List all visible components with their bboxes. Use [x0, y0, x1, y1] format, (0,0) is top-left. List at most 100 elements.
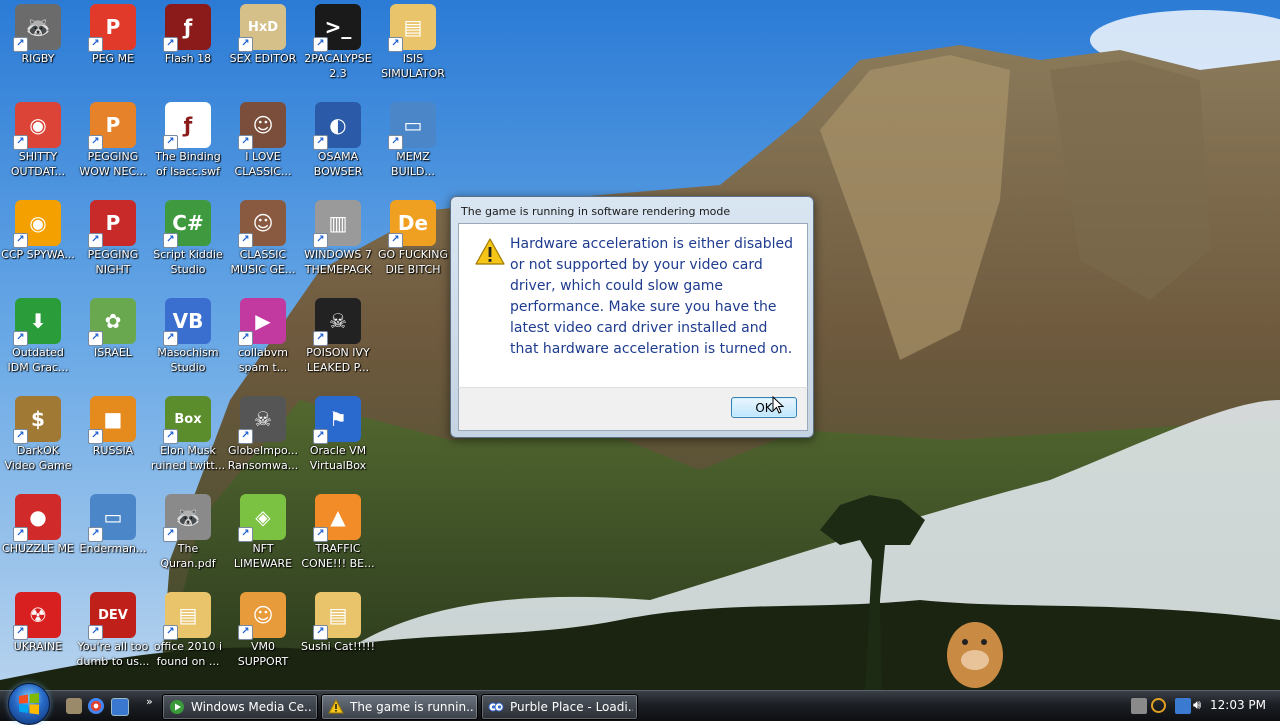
- desktop-shortcut[interactable]: ▶ ↗ collabvm spam t...: [225, 296, 301, 375]
- shortcut-arrow-icon: ↗: [13, 37, 28, 52]
- shortcut-arrow-icon: ↗: [238, 429, 253, 444]
- task-software-rendering-dialog[interactable]: The game is runnin...: [321, 694, 478, 720]
- shortcut-arrow-icon: ↗: [88, 37, 103, 52]
- chuzzle-icon: ● ↗: [13, 494, 61, 542]
- desktop-shortcut-label: PEGGING NIGHT: [87, 248, 139, 276]
- desktop-shortcut[interactable]: ✿ ↗ ISRAEL: [75, 296, 151, 360]
- warning-icon: [475, 238, 505, 265]
- shortcut-arrow-icon: ↗: [163, 135, 178, 150]
- desktop-shortcut[interactable]: ⬇ ↗ Outdated IDM Grac...: [0, 296, 76, 375]
- desktop-shortcut[interactable]: ☺ ↗ CLASSIC MUSIC GE...: [225, 198, 301, 277]
- dialog-title: The game is running in software renderin…: [461, 205, 731, 218]
- shortcut-arrow-icon: ↗: [238, 331, 253, 346]
- desktop-shortcut[interactable]: $ ↗ DarkOK Video Game: [0, 394, 76, 473]
- chrome-quicklaunch-icon[interactable]: [88, 698, 104, 714]
- desktop-shortcut-label: GO FUCKING DIE BITCH: [378, 248, 448, 276]
- desktop-shortcut[interactable]: ⚑ ↗ Oracle VM VirtualBox: [300, 394, 376, 473]
- desktop-shortcut-label: collabvm spam t...: [238, 346, 288, 374]
- shortcut-arrow-icon: ↗: [163, 331, 178, 346]
- task-label: Windows Media Ce...: [191, 700, 313, 714]
- desktop-shortcut-label: SHITTY OUTDAT...: [10, 150, 66, 178]
- desktop-shortcut[interactable]: Box ↗ Elon Musk ruined twitt...: [150, 394, 226, 473]
- desktop-shortcut[interactable]: ◉ ↗ SHITTY OUTDAT...: [0, 100, 76, 179]
- desktop-shortcut[interactable]: ▤ ↗ office 2010 i found on ...: [150, 590, 226, 669]
- desktop-shortcut-label: The Quran.pdf: [160, 542, 216, 570]
- limewire-icon: ◈ ↗: [238, 494, 286, 542]
- desktop-shortcut[interactable]: ☠ ↗ POISON IVY LEAKED P...: [300, 296, 376, 375]
- desktop-shortcut[interactable]: ☺ ↗ VM0 SUPPORT: [225, 590, 301, 669]
- start-button[interactable]: [8, 683, 50, 725]
- window-switch-icon[interactable]: [111, 698, 129, 716]
- desktop-shortcut[interactable]: HxD ↗ SEX EDITOR: [225, 2, 301, 66]
- network-icon[interactable]: [1175, 698, 1191, 714]
- folder-icon: ▤ ↗: [388, 4, 436, 52]
- volume-icon[interactable]: 🔊︎: [1193, 698, 1209, 714]
- magnifier-icon[interactable]: [1151, 698, 1166, 713]
- task-windows-media-center[interactable]: Windows Media Ce...: [162, 694, 318, 720]
- desktop-shortcut[interactable]: ● ↗ CHUZZLE ME: [0, 492, 76, 556]
- shortcut-arrow-icon: ↗: [313, 429, 328, 444]
- desktop-shortcut[interactable]: ◈ ↗ NFT LIMEWARE: [225, 492, 301, 571]
- desktop-shortcut[interactable]: ☢ ↗ UKRAINE: [0, 590, 76, 654]
- tray-tools-icon[interactable]: [1131, 698, 1147, 714]
- windows-flag-icon: ⚑ ↗: [313, 396, 361, 444]
- peggle-icon: P ↗: [88, 200, 136, 248]
- chrome-icon: ◉ ↗: [13, 102, 61, 150]
- windows-logo-icon: [19, 693, 39, 715]
- dialog-body: Hardware acceleration is either disabled…: [458, 223, 808, 388]
- taskbar: » Windows Media Ce... The game is runnin…: [0, 683, 1280, 725]
- desktop-shortcut-label: NFT LIMEWARE: [233, 542, 293, 570]
- support-icon: ☺ ↗: [238, 592, 286, 640]
- desktop-shortcut[interactable]: DEV ↗ You're all too dumb to us...: [75, 590, 151, 669]
- flash-file-icon: ƒ ↗: [163, 102, 211, 150]
- shortcut-arrow-icon: ↗: [13, 429, 28, 444]
- desktop-shortcut[interactable]: VB ↗ Masochism Studio: [150, 296, 226, 375]
- shortcut-arrow-icon: ↗: [238, 527, 253, 542]
- desktop-shortcut[interactable]: >_ ↗ 2PACALYPSE 2.3: [300, 2, 376, 81]
- desktop-shortcut-label: I LOVE CLASSIC...: [234, 150, 292, 178]
- desktop-shortcut[interactable]: ▲ ↗ TRAFFIC CONE!!! BE...: [300, 492, 376, 571]
- desktop-shortcut-label: UKRAINE: [13, 640, 63, 653]
- desktop-shortcut[interactable]: ◐ ↗ OSAMA BOWSER: [300, 100, 376, 179]
- ok-button[interactable]: OK: [731, 397, 797, 418]
- quick-launch-chevron-icon[interactable]: »: [146, 695, 153, 708]
- desktop-shortcut[interactable]: ◉ ↗ CCP SPYWA...: [0, 198, 76, 262]
- desktop-shortcut[interactable]: 🦝 ↗ RIGBY: [0, 2, 76, 66]
- shortcut-arrow-icon: ↗: [88, 625, 103, 640]
- hxd-icon: HxD ↗: [238, 4, 286, 52]
- window-icon: ▭ ↗: [388, 102, 436, 150]
- taskbar-clock[interactable]: 12:03 PM: [1210, 698, 1266, 712]
- warning-icon: [328, 699, 344, 714]
- desktop-shortcut[interactable]: De ↗ GO FUCKING DIE BITCH: [375, 198, 451, 277]
- desktop-shortcut[interactable]: 🦝 ↗ The Quran.pdf: [150, 492, 226, 571]
- desktop-shortcut[interactable]: ƒ ↗ The Binding of Isacc.swf: [150, 100, 226, 179]
- task-purble-place[interactable]: Purble Place - Loadi...: [481, 694, 638, 720]
- desktop-shortcut[interactable]: C# ↗ Script Kiddie Studio: [150, 198, 226, 277]
- shortcut-arrow-icon: ↗: [313, 331, 328, 346]
- desktop-shortcut[interactable]: ■ ↗ RUSSIA: [75, 394, 151, 458]
- task-label: Purble Place - Loadi...: [510, 700, 633, 714]
- desktop-shortcut-label: Enderman...: [79, 542, 147, 555]
- desktop-shortcut-label: Oracle VM VirtualBox: [309, 444, 367, 472]
- flower-icon: ✿ ↗: [88, 298, 136, 346]
- desktop-shortcut[interactable]: P ↗ PEGGING WOW NEC...: [75, 100, 151, 179]
- desktop-shortcut[interactable]: ▥ ↗ WINDOWS 7 THEMEPACK: [300, 198, 376, 277]
- terminal-icon: >_ ↗: [313, 4, 361, 52]
- desktop-shortcut[interactable]: ▭ ↗ MEMZ BUILD...: [375, 100, 451, 179]
- desktop-shortcut[interactable]: ▤ ↗ Sushi Cat!!!!!: [300, 590, 376, 654]
- shortcut-arrow-icon: ↗: [88, 135, 103, 150]
- de-icon: De ↗: [388, 200, 436, 248]
- shortcut-arrow-icon: ↗: [163, 37, 178, 52]
- desktop-shortcut[interactable]: ☠ ↗ GlobeImpo... Ransomwa...: [225, 394, 301, 473]
- desktop-shortcut[interactable]: ▭ ↗ Enderman...: [75, 492, 151, 556]
- desktop-shortcut[interactable]: ƒ ↗ Flash 18: [150, 2, 226, 66]
- desktop-shortcut[interactable]: ☺ ↗ I LOVE CLASSIC...: [225, 100, 301, 179]
- desktop-shortcut[interactable]: P ↗ PEGGING NIGHT: [75, 198, 151, 277]
- desktop-shortcut[interactable]: ▤ ↗ ISIS SIMULATOR: [375, 2, 451, 81]
- csharp-icon: C# ↗: [163, 200, 211, 248]
- shortcut-arrow-icon: ↗: [13, 135, 28, 150]
- desktop-shortcut-label: WINDOWS 7 THEMEPACK: [304, 248, 372, 276]
- show-desktop-icon[interactable]: [66, 698, 82, 714]
- desktop-shortcut[interactable]: P ↗ PEG ME: [75, 2, 151, 66]
- shortcut-arrow-icon: ↗: [388, 135, 403, 150]
